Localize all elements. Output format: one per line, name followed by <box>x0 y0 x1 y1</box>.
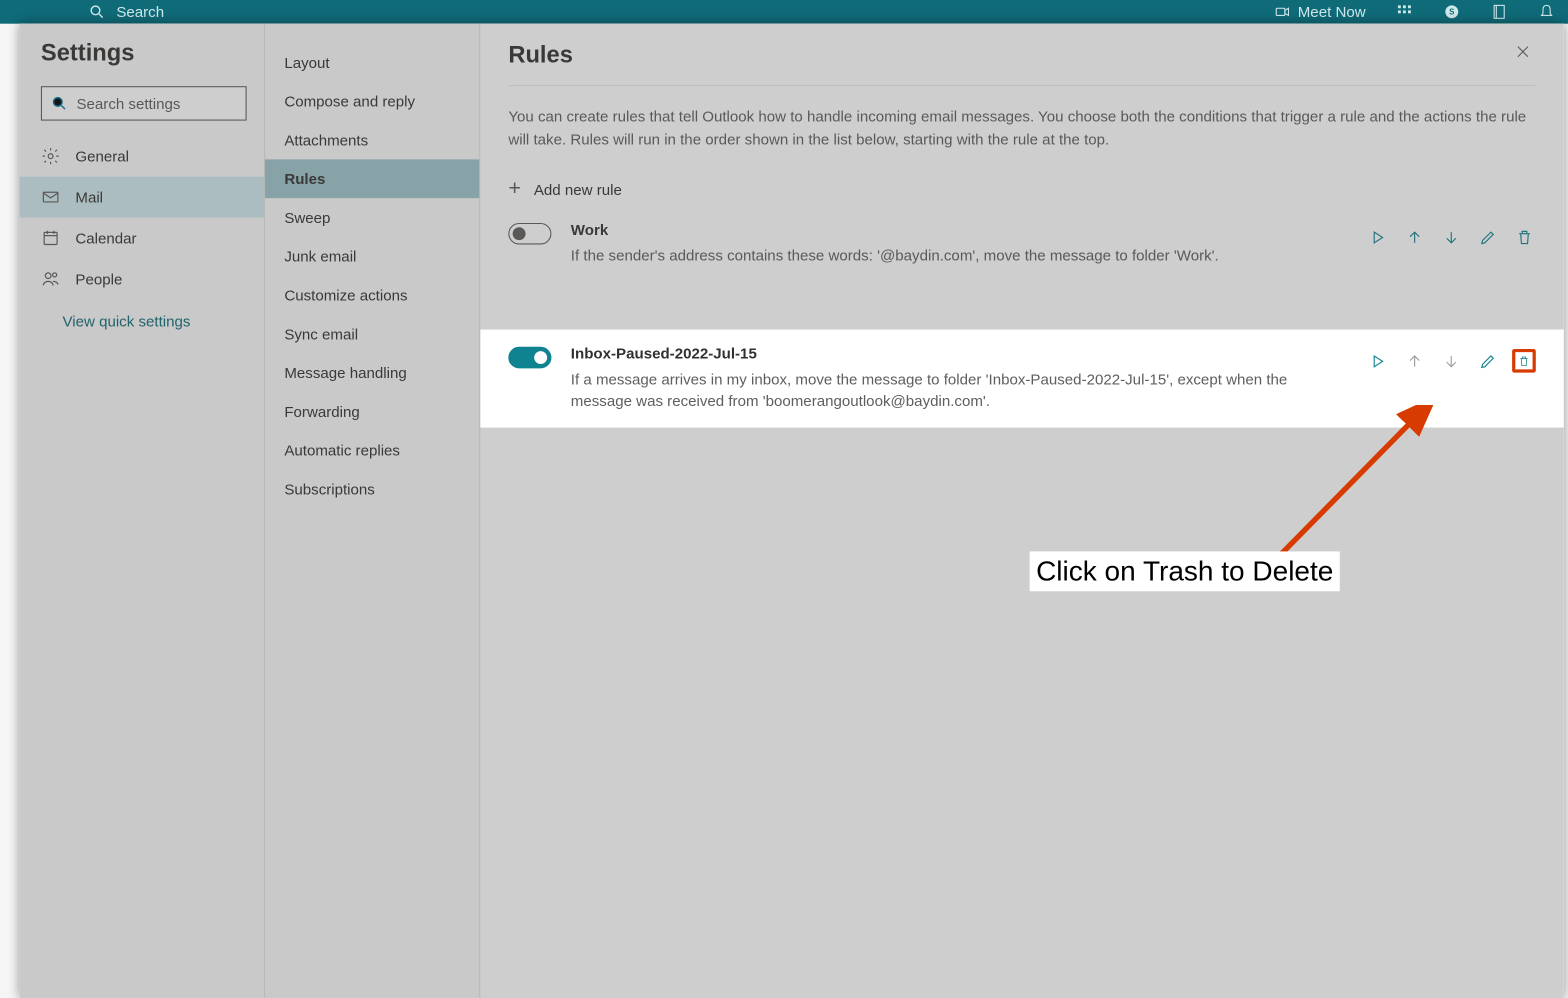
subnav-compose[interactable]: Compose and reply <box>265 82 479 121</box>
search-settings-input[interactable]: Search settings <box>41 86 247 120</box>
view-quick-settings-link[interactable]: View quick settings <box>19 299 263 329</box>
sidebar-item-label: Calendar <box>75 229 136 246</box>
calendar-icon <box>41 228 60 247</box>
delete-rule-button[interactable] <box>1512 349 1536 373</box>
search-icon <box>51 95 68 112</box>
run-rule-button[interactable] <box>1366 349 1390 373</box>
rules-panel: Rules You can create rules that tell Out… <box>480 24 1563 998</box>
rule-description: If the sender's address contains these w… <box>571 244 1346 266</box>
move-up-button[interactable] <box>1402 349 1426 373</box>
rule-title: Inbox-Paused-2022-Jul-15 <box>571 345 1346 362</box>
skype-icon[interactable]: S <box>1443 3 1460 20</box>
people-icon <box>41 269 60 288</box>
trash-icon <box>1515 228 1533 246</box>
subnav-customize[interactable]: Customize actions <box>265 276 479 315</box>
subnav-automatic-replies[interactable]: Automatic replies <box>265 431 479 470</box>
settings-modal: Settings Search settings General Mail Ca… <box>19 24 1563 998</box>
rule-toggle[interactable] <box>508 347 551 369</box>
meet-now-label: Meet Now <box>1298 3 1366 20</box>
rule-title: Work <box>571 221 1346 238</box>
close-icon <box>1514 43 1531 60</box>
subnav-layout[interactable]: Layout <box>265 43 479 82</box>
settings-title: Settings <box>41 39 264 67</box>
rule-row: Inbox-Paused-2022-Jul-15 If a message ar… <box>480 330 1563 428</box>
settings-sidebar: Settings Search settings General Mail Ca… <box>19 24 265 998</box>
arrow-up-icon <box>1405 228 1423 246</box>
arrow-down-icon <box>1442 228 1460 246</box>
arrow-up-icon <box>1405 352 1423 370</box>
sidebar-item-label: Mail <box>75 188 103 205</box>
notes-icon[interactable] <box>1491 3 1508 20</box>
sidebar-item-label: General <box>75 148 129 165</box>
pencil-icon <box>1478 352 1496 370</box>
mail-icon <box>41 187 60 206</box>
play-icon <box>1368 228 1386 246</box>
subnav-attachments[interactable]: Attachments <box>265 121 479 160</box>
move-up-button[interactable] <box>1402 225 1426 249</box>
rule-row: Work If the sender's address contains th… <box>480 206 1563 282</box>
edit-rule-button[interactable] <box>1475 349 1499 373</box>
run-rule-button[interactable] <box>1366 225 1390 249</box>
play-icon <box>1368 352 1386 370</box>
arrow-down-icon <box>1442 352 1460 370</box>
app-topbar: Search Meet Now S <box>0 0 1568 24</box>
subnav-rules[interactable]: Rules <box>265 159 479 198</box>
sidebar-item-general[interactable]: General <box>19 136 263 177</box>
subnav-forwarding[interactable]: Forwarding <box>265 392 479 431</box>
edit-rule-button[interactable] <box>1475 225 1499 249</box>
rule-toggle[interactable] <box>508 223 551 245</box>
add-rule-button[interactable]: + Add new rule <box>508 172 1535 205</box>
subnav-message-handling[interactable]: Message handling <box>265 353 479 392</box>
mail-subnav: Layout Compose and reply Attachments Rul… <box>265 24 480 998</box>
sidebar-item-calendar[interactable]: Calendar <box>19 218 263 259</box>
svg-text:S: S <box>1449 8 1454 17</box>
move-down-button[interactable] <box>1439 349 1463 373</box>
subnav-subscriptions[interactable]: Subscriptions <box>265 470 479 509</box>
add-rule-label: Add new rule <box>534 180 622 197</box>
sidebar-item-people[interactable]: People <box>19 258 263 299</box>
pencil-icon <box>1478 228 1496 246</box>
rule-description: If a message arrives in my inbox, move t… <box>571 368 1346 412</box>
sidebar-item-mail[interactable]: Mail <box>19 177 263 218</box>
annotation-label: Click on Trash to Delete <box>1030 551 1340 591</box>
trash-icon <box>1517 352 1530 370</box>
subnav-sync[interactable]: Sync email <box>265 314 479 353</box>
delete-rule-button[interactable] <box>1512 225 1536 249</box>
search-icon <box>88 3 105 20</box>
search-settings-placeholder: Search settings <box>76 95 180 112</box>
rules-title: Rules <box>508 40 573 68</box>
sidebar-item-label: People <box>75 270 122 287</box>
plus-icon: + <box>508 177 521 202</box>
bell-icon[interactable] <box>1538 3 1555 20</box>
grid-icon[interactable] <box>1396 3 1413 20</box>
subnav-sweep[interactable]: Sweep <box>265 198 479 237</box>
rules-description: You can create rules that tell Outlook h… <box>508 106 1535 151</box>
meet-now-button[interactable]: Meet Now <box>1274 3 1366 20</box>
subnav-junk[interactable]: Junk email <box>265 237 479 276</box>
topbar-search-placeholder[interactable]: Search <box>116 3 164 20</box>
video-icon <box>1274 3 1291 20</box>
highlighted-rule-layer: Inbox-Paused-2022-Jul-15 If a message ar… <box>480 330 1563 428</box>
close-button[interactable] <box>1510 39 1536 70</box>
move-down-button[interactable] <box>1439 225 1463 249</box>
gear-icon <box>41 146 60 165</box>
